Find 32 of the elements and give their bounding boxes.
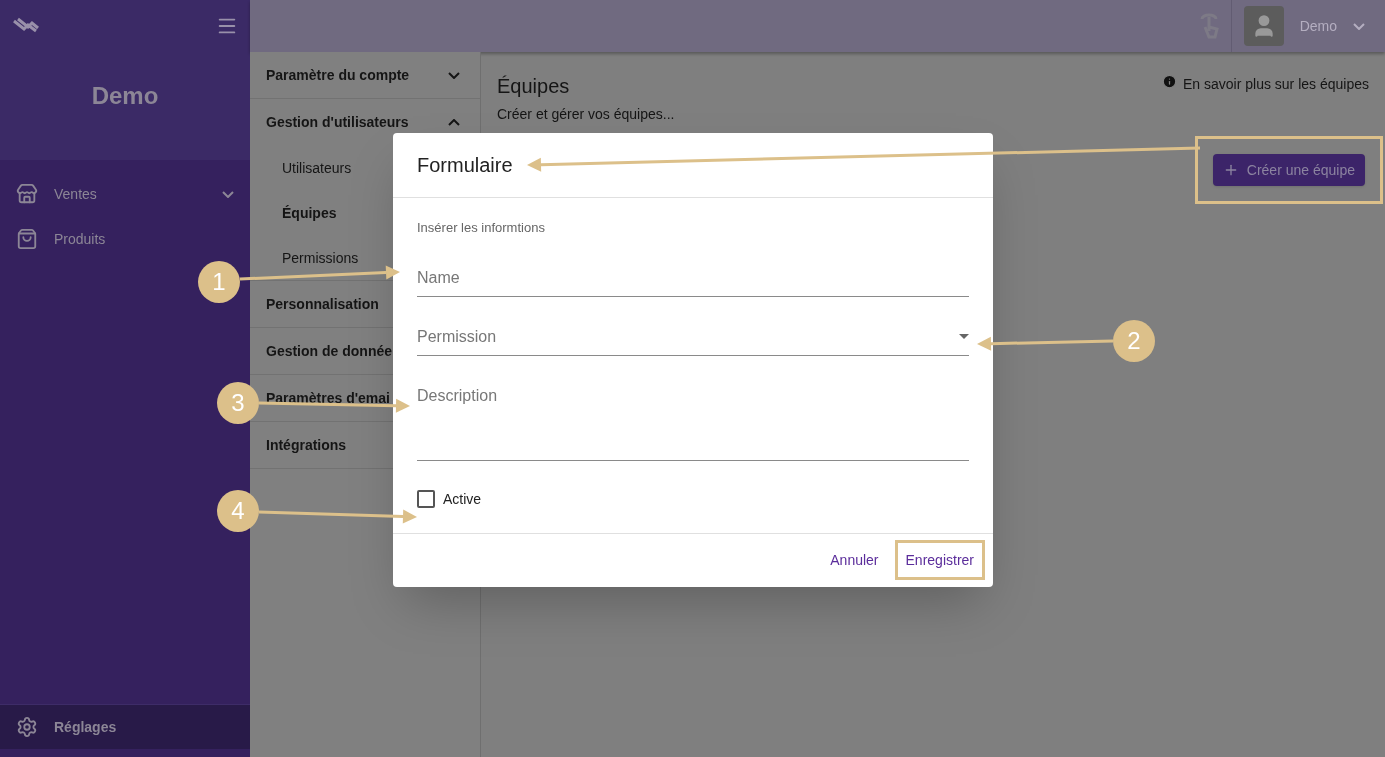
page-title: Équipes bbox=[497, 74, 571, 99]
select-field[interactable]: Permission bbox=[417, 324, 969, 356]
checkbox-label: Active bbox=[443, 489, 482, 509]
callout-number: 2 bbox=[1113, 320, 1155, 362]
textarea-field[interactable]: Description bbox=[417, 383, 969, 461]
page-subtitle: Créer et gérer vos équipes... bbox=[497, 105, 675, 124]
create-team-button[interactable]: Créer une équipe bbox=[1212, 154, 1365, 186]
dialog-title: Formulaire bbox=[417, 153, 513, 178]
menu-section[interactable]: Gestion d'utilisateurs bbox=[250, 99, 480, 145]
user-name[interactable]: Demo bbox=[1299, 16, 1337, 36]
dialog-subtitle: Insérer les informtions bbox=[417, 219, 546, 237]
store-icon bbox=[16, 183, 38, 205]
sidebar-item[interactable]: Produits bbox=[0, 219, 250, 259]
help-link[interactable]: En savoir plus sur les équipes bbox=[1183, 74, 1369, 94]
bag-icon bbox=[16, 228, 38, 250]
brand-name: Demo bbox=[91, 81, 159, 111]
info-icon bbox=[1162, 74, 1177, 89]
menu-section[interactable]: Paramètre du compte bbox=[250, 52, 480, 98]
sidebar-item[interactable]: Ventes bbox=[0, 174, 250, 214]
chevron-up-icon bbox=[448, 118, 460, 126]
dialog-button[interactable]: Enregistrer bbox=[894, 540, 985, 580]
chevron-down-icon bbox=[1353, 22, 1365, 30]
input-field[interactable]: Name bbox=[417, 265, 969, 297]
avatar[interactable] bbox=[1243, 6, 1284, 46]
logo-icon bbox=[12, 17, 42, 35]
checkbox[interactable] bbox=[417, 489, 435, 508]
chevron-down-icon bbox=[448, 71, 460, 79]
dialog-button[interactable]: Annuler bbox=[822, 540, 887, 580]
settings-icon bbox=[16, 716, 38, 738]
chevron-down-icon bbox=[222, 190, 234, 198]
sidebar-item[interactable]: Réglages bbox=[0, 704, 250, 749]
dropdown-caret-icon bbox=[959, 334, 969, 339]
